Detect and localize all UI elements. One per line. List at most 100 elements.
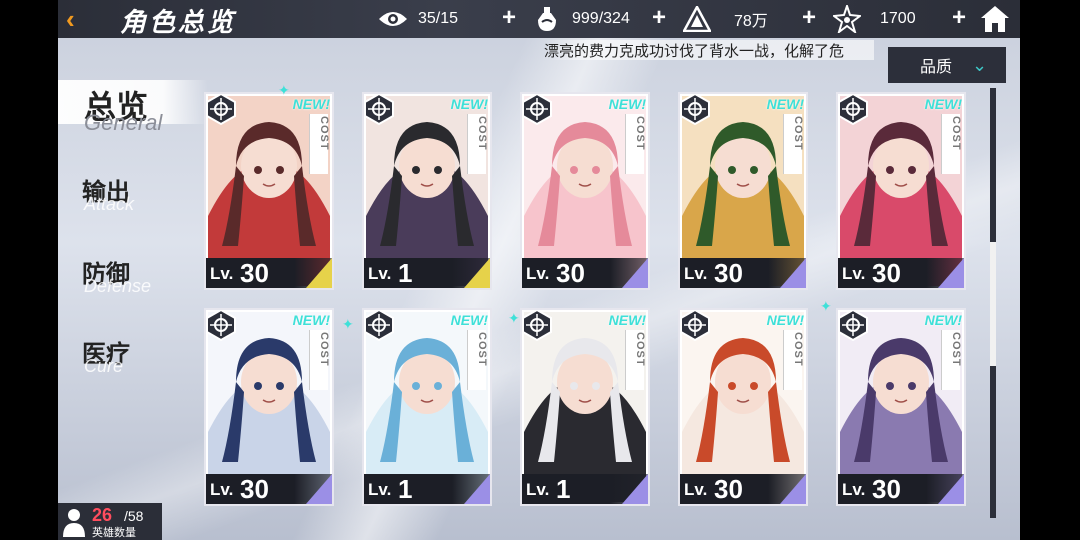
sword-icon (206, 310, 236, 342)
rarity-corner (464, 474, 490, 504)
new-badge: NEW! (766, 96, 804, 112)
character-card[interactable]: COST NEW! Lv. 30 (204, 92, 334, 290)
add-gold-button[interactable]: + (798, 6, 820, 30)
rarity-corner (780, 258, 806, 288)
home-button[interactable] (980, 5, 1010, 33)
new-badge: NEW! (450, 312, 488, 328)
character-card[interactable]: COST NEW! Lv. 1 (362, 308, 492, 506)
level-prefix: Lv. (684, 480, 708, 499)
cost-label: COST (318, 332, 330, 367)
level-bar: Lv. 30 (680, 474, 806, 504)
resource-potion: 999/324 (532, 0, 630, 38)
rarity-corner (938, 474, 964, 504)
level-prefix: Lv. (526, 480, 550, 499)
tab-attack[interactable]: 输出 Attack (82, 172, 134, 214)
tab-cure[interactable]: 医疗 Cure (82, 334, 130, 376)
level-prefix: Lv. (684, 264, 708, 283)
level-prefix: Lv. (210, 264, 234, 283)
level-bar: Lv. 30 (522, 258, 648, 288)
character-card[interactable]: COST NEW! Lv. 30 (678, 308, 808, 506)
new-badge: NEW! (766, 312, 804, 328)
rarity-corner (306, 258, 332, 288)
snowflake-icon (364, 310, 394, 342)
cost-label: COST (950, 116, 962, 151)
scrollbar-thumb[interactable] (990, 242, 996, 366)
shuriken-icon (838, 310, 868, 342)
hero-count-current: 26 (92, 505, 113, 525)
level-bar: Lv. 30 (838, 474, 964, 504)
level-value: 30 (872, 474, 901, 504)
resource-stamina: 35/15 (378, 0, 458, 38)
rarity-corner (622, 258, 648, 288)
rarity-corner (306, 474, 332, 504)
hero-count-max: /58 (124, 508, 144, 524)
cost-label: COST (634, 116, 646, 151)
character-card[interactable]: COST NEW! Lv. 30 (204, 308, 334, 506)
tab-sublabel: General (84, 110, 163, 135)
level-prefix: Lv. (368, 264, 392, 283)
character-card[interactable]: COST NEW! Lv. 1 (520, 308, 650, 506)
tab-general[interactable]: 总览 General (58, 80, 208, 135)
level-bar: Lv. 30 (206, 258, 332, 288)
cost-label: COST (476, 332, 488, 367)
cost-label: COST (318, 116, 330, 151)
resource-value: 1700 (880, 10, 916, 27)
shield-wings-icon (206, 94, 236, 126)
sparkle-icon: ✦ (508, 310, 520, 326)
add-stamina-button[interactable]: + (498, 6, 520, 30)
scrollbar[interactable] (990, 88, 996, 518)
level-prefix: Lv. (842, 264, 866, 283)
character-card[interactable]: COST NEW! Lv. 30 (836, 308, 966, 506)
sparkle-icon: ✦ (342, 316, 354, 332)
new-badge: NEW! (924, 312, 962, 328)
announcement-ticker: 漂亮的费力克成功讨伐了背水一战，化解了危 (544, 40, 874, 60)
tab-defense[interactable]: 防御 Defense (82, 254, 151, 296)
sparkle-icon: ✦ (820, 298, 832, 314)
shield-wings-icon (680, 310, 710, 342)
level-value: 30 (556, 258, 585, 288)
rarity-corner (464, 258, 490, 288)
level-value: 30 (240, 474, 269, 504)
character-card[interactable]: COST NEW! Lv. 30 (678, 92, 808, 290)
add-potion-button[interactable]: + (648, 6, 670, 30)
quality-filter-dropdown[interactable]: 品质 ⌄ (888, 47, 1006, 83)
tab-sublabel: Cure (84, 356, 124, 376)
character-card[interactable]: COST NEW! Lv. 1 (362, 92, 492, 290)
page-title: 角色总览 (120, 7, 237, 37)
level-value: 1 (556, 474, 571, 504)
demon-horns-icon (838, 94, 868, 126)
level-value: 30 (872, 258, 901, 288)
demon-horns-icon (364, 94, 394, 126)
cost-label: COST (792, 116, 804, 151)
level-value: 30 (714, 474, 743, 504)
rarity-corner (938, 258, 964, 288)
new-badge: NEW! (292, 312, 330, 328)
resource-crystal: 1700 (832, 0, 916, 38)
character-card[interactable]: COST NEW! Lv. 30 (836, 92, 966, 290)
resource-value: 999/324 (572, 10, 630, 27)
triangle-gem-icon (682, 4, 712, 34)
resource-gold: 78万 (682, 0, 768, 38)
level-value: 1 (398, 474, 413, 504)
hero-count-panel: 26 /58 英雄数量 (58, 503, 162, 540)
add-crystal-button[interactable]: + (948, 6, 970, 30)
rarity-corner (780, 474, 806, 504)
level-bar: Lv. 30 (838, 258, 964, 288)
bow-icon (680, 94, 710, 126)
new-badge: NEW! (924, 96, 962, 112)
cost-label: COST (950, 332, 962, 367)
rarity-corner (622, 474, 648, 504)
top-bar: ‹ 角色总览 35/15 + 999/324 + 78万 + 1700 + (58, 0, 1020, 38)
level-prefix: Lv. (842, 480, 866, 499)
heart-icon (522, 94, 552, 126)
back-button[interactable]: ‹ (66, 6, 96, 32)
new-badge: NEW! (608, 96, 646, 112)
character-card[interactable]: COST NEW! Lv. 30 (520, 92, 650, 290)
star-crystal-icon (832, 4, 862, 34)
resource-value: 78万 (734, 13, 768, 30)
eye-icon (378, 4, 408, 34)
cost-label: COST (634, 332, 646, 367)
level-bar: Lv. 30 (206, 474, 332, 504)
level-value: 1 (398, 258, 413, 288)
level-bar: Lv. 1 (364, 474, 490, 504)
